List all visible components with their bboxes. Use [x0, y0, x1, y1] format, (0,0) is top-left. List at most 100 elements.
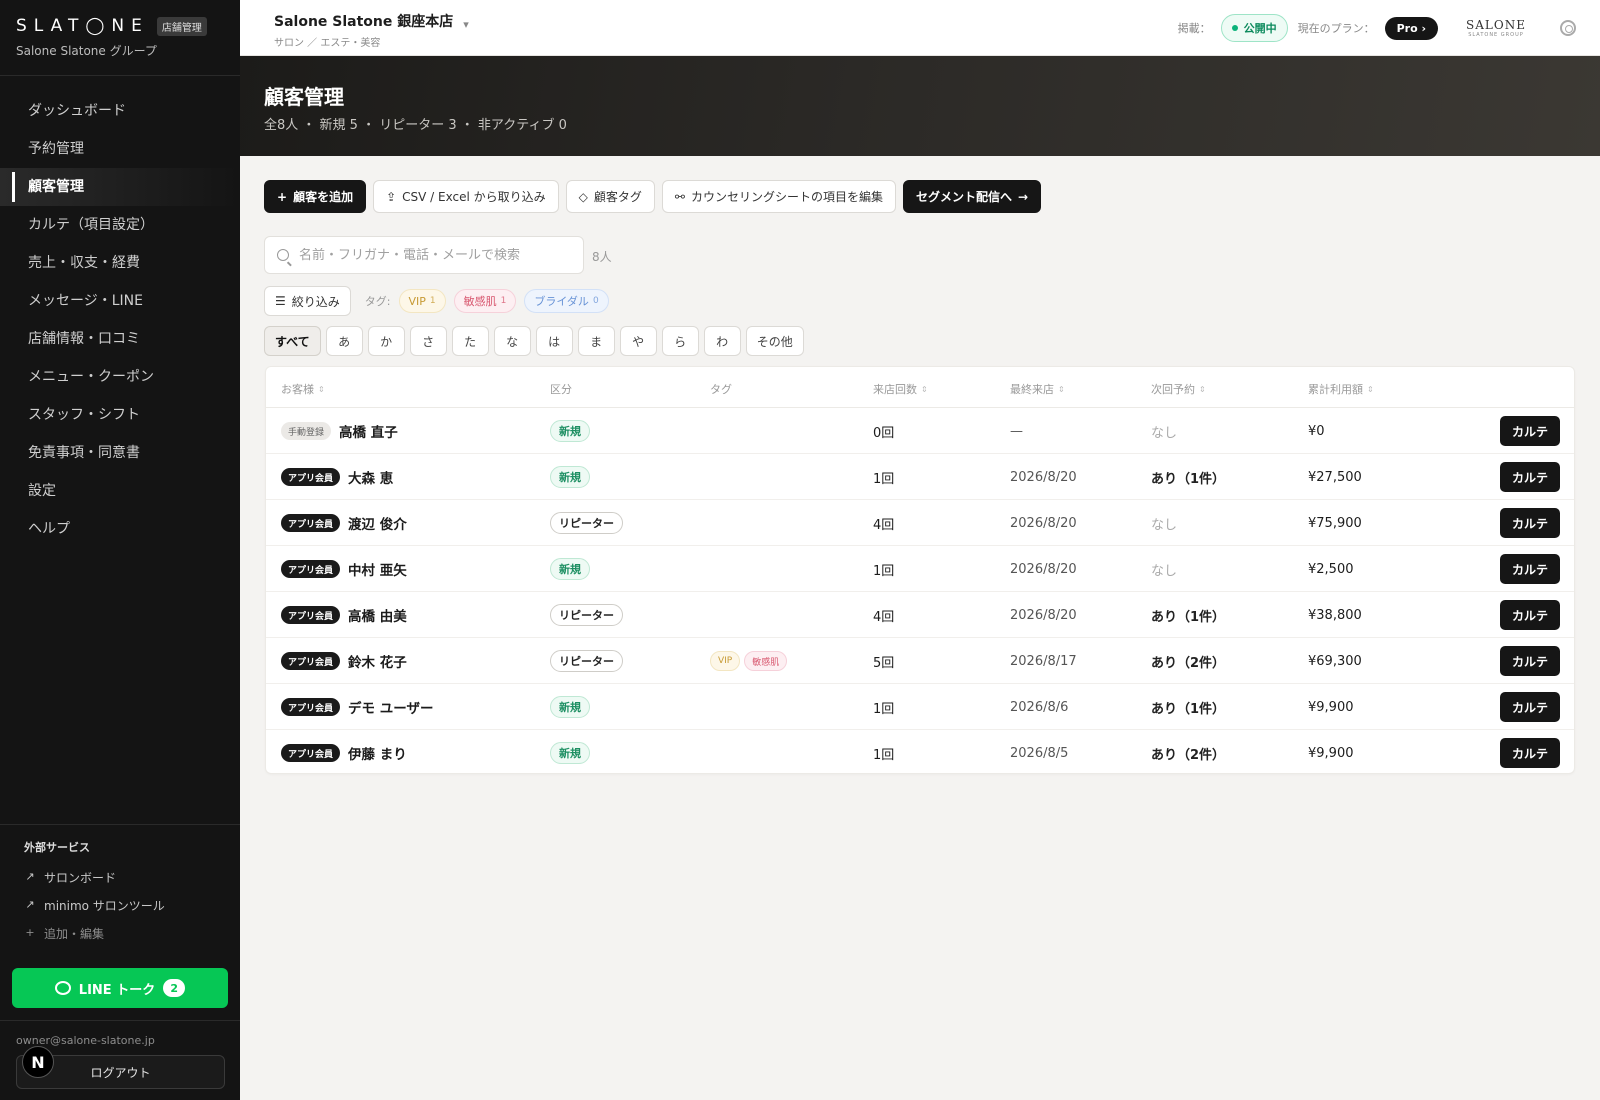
sliders-icon: ⚯ [674, 189, 685, 204]
karte-button[interactable]: カルテ [1500, 738, 1560, 768]
table-row[interactable]: アプリ会員 鈴木 花子 リピーター VIP 敏感肌 5回 2026/8/17 あり… [266, 638, 1574, 684]
import-csv-button[interactable]: ⇪ CSV / Excel から取り込み [373, 180, 559, 213]
tag-filter-count: 1 [500, 296, 507, 306]
table-row[interactable]: アプリ会員 渡辺 俊介 リピーター 4回 2026/8/20 なし ¥75,90… [266, 500, 1574, 546]
customer-name[interactable]: 高橋 直子 [339, 421, 398, 441]
salone-logo: SALONE SLATONE GROUP [1460, 19, 1532, 38]
segment-badge: 新規 [550, 466, 590, 488]
sidebar-item-menu[interactable]: メニュー・クーポン [0, 358, 240, 396]
kana-filter-other[interactable]: その他 [745, 326, 804, 356]
action-cell: カルテ [1500, 454, 1560, 500]
table-row[interactable]: アプリ会員 伊藤 まり 新規 1回 2026/8/5 あり（2件） ¥9,900… [266, 730, 1574, 776]
search-input[interactable] [299, 247, 559, 263]
sidebar-item-karte-settings[interactable]: カルテ（項目設定） [0, 206, 240, 244]
filter-button[interactable]: ☰ 絞り込み [264, 286, 351, 316]
column-header-total[interactable]: 累計利用額 ⇕ [1308, 381, 1374, 397]
avatar[interactable]: N [22, 1046, 54, 1078]
settings-icon[interactable] [1560, 20, 1576, 36]
line-talk-button[interactable]: LINE トーク 2 [12, 968, 228, 1008]
sidebar-item-messages[interactable]: メッセージ・LINE [0, 282, 240, 320]
customer-name[interactable]: 鈴木 花子 [348, 651, 407, 671]
karte-button[interactable]: カルテ [1500, 554, 1560, 584]
karte-button[interactable]: カルテ [1500, 416, 1560, 446]
plan-badge[interactable]: Pro › [1384, 16, 1438, 40]
external-services-title: 外部サービス [24, 841, 90, 854]
kana-filter-wa[interactable]: わ [703, 326, 741, 356]
karte-button[interactable]: カルテ [1500, 646, 1560, 676]
kana-filter-ya[interactable]: や [619, 326, 657, 356]
column-header-last-visit[interactable]: 最終来店 ⇕ [1010, 381, 1065, 397]
external-link-salonboard[interactable]: ↗ サロンボード [24, 863, 240, 891]
tag-filter-label: タグ: [364, 295, 391, 308]
filter-row: ☰ 絞り込み タグ: VIP 1 敏感肌 1 ブライダル 0 [264, 286, 609, 316]
column-header-visits[interactable]: 来店回数 ⇕ [873, 381, 928, 397]
sidebar-item-customers[interactable]: 顧客管理 [0, 168, 240, 206]
edit-counseling-sheet-button[interactable]: ⚯ カウンセリングシートの項目を編集 [661, 180, 896, 213]
segment-cell: 新規 [550, 546, 590, 592]
table-row[interactable]: 手動登録 高橋 直子 新規 0回 — なし ¥0 カルテ [266, 408, 1574, 454]
external-add-button[interactable]: + 追加・編集 [24, 919, 240, 947]
sidebar-item-disclaimer[interactable]: 免責事項・同意書 [0, 434, 240, 472]
source-badge: アプリ会員 [281, 514, 341, 532]
kana-filter-ra[interactable]: ら [661, 326, 699, 356]
add-customer-button[interactable]: + 顧客を追加 [264, 180, 367, 213]
tag-filter-sensitive-skin[interactable]: 敏感肌 1 [453, 289, 517, 313]
customer-name[interactable]: 高橋 由美 [348, 605, 407, 625]
segment-cell: リピーター [550, 500, 623, 546]
external-link-label: minimo サロンツール [44, 898, 165, 913]
total-amount-cell: ¥2,500 [1308, 561, 1354, 577]
sidebar-item-reservations[interactable]: 予約管理 [0, 130, 240, 168]
table-row[interactable]: アプリ会員 中村 亜矢 新規 1回 2026/8/20 なし ¥2,500 カル… [266, 546, 1574, 592]
publish-status-badge[interactable]: 公開中 [1220, 14, 1288, 42]
plus-icon: + [25, 926, 35, 939]
next-reservation-cell: なし [1151, 425, 1178, 441]
karte-button[interactable]: カルテ [1500, 692, 1560, 722]
action-cell: カルテ [1500, 408, 1560, 454]
next-reservation-cell: なし [1151, 517, 1178, 533]
karte-button[interactable]: カルテ [1500, 600, 1560, 630]
column-header-label: 来店回数 [873, 383, 917, 396]
customer-tags-button[interactable]: ◇ 顧客タグ [565, 180, 655, 213]
kana-filter-ta[interactable]: た [451, 326, 489, 356]
kana-filter-na[interactable]: な [493, 326, 531, 356]
customer-name[interactable]: 大森 恵 [348, 467, 393, 487]
store-switcher[interactable]: Salone Slatone 銀座本店 ▾ サロン ／ エステ・美容 [274, 11, 469, 49]
karte-button[interactable]: カルテ [1500, 462, 1560, 492]
status-dot-icon [1231, 25, 1238, 31]
kana-filter-ha[interactable]: は [535, 326, 573, 356]
kana-filter-ma[interactable]: ま [577, 326, 615, 356]
karte-button[interactable]: カルテ [1500, 508, 1560, 538]
sidebar-item-help[interactable]: ヘルプ [0, 510, 240, 548]
total-amount-cell: ¥69,300 [1308, 653, 1362, 669]
kana-filter-a[interactable]: あ [325, 326, 363, 356]
customer-name[interactable]: 中村 亜矢 [348, 559, 407, 579]
next-reservation-cell: あり（1件） [1151, 609, 1226, 625]
next-reservation-cell: あり（1件） [1151, 471, 1226, 487]
sidebar-item-sales[interactable]: 売上・収支・経費 [0, 244, 240, 282]
sidebar-item-staff[interactable]: スタッフ・シフト [0, 396, 240, 434]
external-link-minimo[interactable]: ↗ minimo サロンツール [24, 891, 240, 919]
customer-tags-label: 顧客タグ [593, 190, 642, 204]
segment-delivery-button[interactable]: セグメント配信へ → [902, 180, 1042, 213]
kana-filter-sa[interactable]: さ [409, 326, 447, 356]
arrow-right-icon: → [1017, 189, 1029, 204]
sidebar-item-settings[interactable]: 設定 [0, 472, 240, 510]
table-row[interactable]: アプリ会員 高橋 由美 リピーター 4回 2026/8/20 あり（1件） ¥3… [266, 592, 1574, 638]
table-row[interactable]: アプリ会員 デモ ユーザー 新規 1回 2026/8/6 あり（1件） ¥9,9… [266, 684, 1574, 730]
sidebar: SLAT◯NE 店舗管理 Salone Slatone グループ ダッシュボード… [0, 0, 240, 1100]
kana-filter-ka[interactable]: か [367, 326, 405, 356]
sidebar-item-dashboard[interactable]: ダッシュボード [0, 92, 240, 130]
plus-icon: + [277, 189, 288, 204]
tag-filter-vip[interactable]: VIP 1 [398, 289, 446, 313]
customer-name[interactable]: 渡辺 俊介 [348, 513, 407, 533]
customer-name[interactable]: 伊藤 まり [348, 743, 407, 763]
sidebar-item-store-info[interactable]: 店舗情報・口コミ [0, 320, 240, 358]
brand-logo[interactable]: SLAT◯NE [16, 16, 149, 36]
tag-filter-bridal[interactable]: ブライダル 0 [524, 289, 609, 313]
customer-name[interactable]: デモ ユーザー [348, 697, 433, 717]
column-header-next-reservation[interactable]: 次回予約 ⇕ [1151, 381, 1206, 397]
upload-icon: ⇪ [386, 189, 397, 204]
column-header-customer[interactable]: お客様 ⇕ [281, 381, 325, 397]
kana-filter-all[interactable]: すべて [264, 326, 321, 356]
table-row[interactable]: アプリ会員 大森 恵 新規 1回 2026/8/20 あり（1件） ¥27,50… [266, 454, 1574, 500]
